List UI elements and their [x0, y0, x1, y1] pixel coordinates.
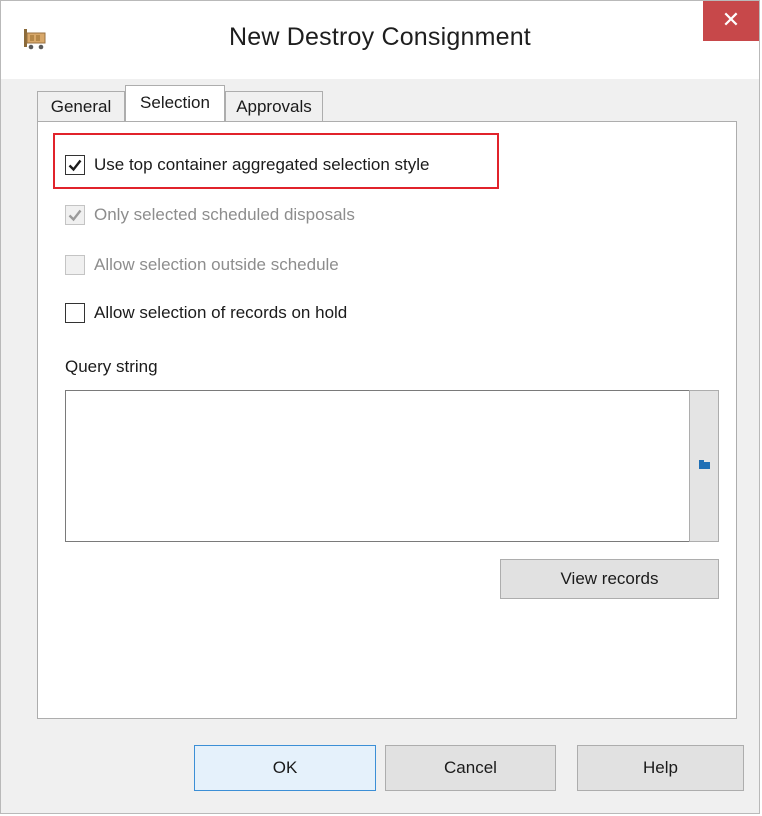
- tab-approvals[interactable]: Approvals: [225, 91, 323, 121]
- option-label: Allow selection outside schedule: [94, 255, 339, 274]
- cancel-button[interactable]: Cancel: [385, 745, 556, 791]
- tab-selection[interactable]: Selection: [125, 85, 225, 121]
- close-icon: ✕: [721, 7, 741, 32]
- option-outside-schedule: Allow selection outside schedule: [65, 253, 339, 277]
- option-label: Only selected scheduled disposals: [94, 205, 355, 224]
- view-records-button[interactable]: View records: [500, 559, 719, 599]
- query-browse-button[interactable]: [689, 390, 719, 542]
- title-bar: New Destroy Consignment ✕: [1, 1, 759, 79]
- dialog-window: New Destroy Consignment ✕ General Select…: [0, 0, 760, 814]
- option-label: Use top container aggregated selection s…: [94, 155, 430, 174]
- ok-button[interactable]: OK: [194, 745, 376, 791]
- checkmark-icon: [68, 159, 82, 172]
- option-label: Allow selection of records on hold: [94, 303, 348, 322]
- checkbox-scheduled-disposals: [65, 205, 85, 225]
- checkbox-records-on-hold[interactable]: [65, 303, 85, 323]
- close-button[interactable]: ✕: [703, 1, 759, 41]
- folder-browse-icon: [699, 460, 710, 469]
- query-string-input[interactable]: [65, 390, 690, 542]
- checkbox-aggregated-selection[interactable]: [65, 155, 85, 175]
- window-title: New Destroy Consignment: [229, 23, 531, 51]
- checkbox-outside-schedule: [65, 255, 85, 275]
- tab-general[interactable]: General: [37, 91, 125, 121]
- option-aggregated-selection[interactable]: Use top container aggregated selection s…: [65, 153, 429, 177]
- query-string-label: Query string: [65, 357, 158, 376]
- option-records-on-hold[interactable]: Allow selection of records on hold: [65, 301, 347, 325]
- checkmark-icon: [68, 209, 82, 222]
- help-button[interactable]: Help: [577, 745, 744, 791]
- option-scheduled-disposals: Only selected scheduled disposals: [65, 203, 355, 227]
